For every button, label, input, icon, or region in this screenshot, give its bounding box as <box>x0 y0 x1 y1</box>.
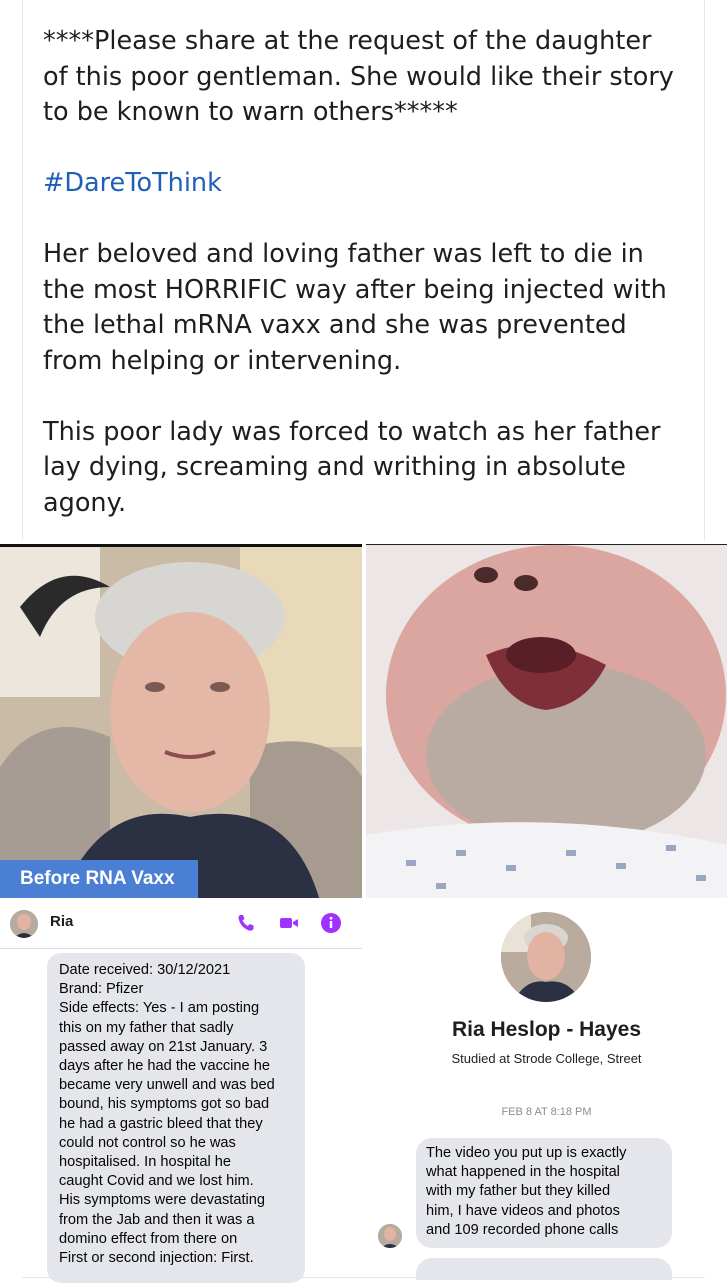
messenger-chat: Ria Date received: 30/12/2021 Brand: Pfi… <box>0 898 362 1283</box>
message-line: Date received: 30/12/2021 <box>59 962 231 978</box>
message-line: he had a gastric bleed that they <box>59 1115 263 1132</box>
photo-before[interactable] <box>0 544 362 898</box>
post-paragraph-2: Her beloved and loving father was left t… <box>43 239 667 376</box>
phone-icon[interactable] <box>235 912 257 934</box>
profile-avatar[interactable] <box>501 912 591 1002</box>
post-body: ****Please share at the request of the d… <box>43 24 683 557</box>
profile-name: Ria Heslop - Hayes <box>451 1018 642 1041</box>
sender-avatar[interactable] <box>378 1224 402 1248</box>
info-icon[interactable] <box>320 912 342 934</box>
contact-name[interactable]: Ria <box>50 913 73 930</box>
message-line: caught Covid and we lost him. <box>59 1173 254 1190</box>
message-line: this on my father that sadly <box>59 1019 234 1036</box>
message-line: bound, his symptoms got so bad <box>59 1096 270 1113</box>
profile-subtitle: Studied at Strode College, Street <box>451 1051 642 1066</box>
chat-header: Ria <box>0 898 362 949</box>
message-line: Brand: Pfizer <box>59 981 144 998</box>
message-bubble[interactable]: The video you put up is exactly what hap… <box>416 1138 672 1248</box>
messenger-profile: Ria Heslop - Hayes Studied at Strode Col… <box>366 898 727 1280</box>
before-caption: Before RNA Vaxx <box>0 860 198 898</box>
message-line: with my father but they killed <box>426 1183 611 1200</box>
avatar[interactable] <box>10 910 38 938</box>
message-line: Side effects: Yes - I am posting <box>59 1000 260 1017</box>
message-line: could not control so he was <box>59 1134 236 1151</box>
message-line: and 109 recorded phone calls <box>426 1221 619 1238</box>
message-line: First or second injection: First. <box>59 1250 254 1267</box>
message-line: His symptoms were devastating <box>59 1192 266 1209</box>
post-paragraph-1: ****Please share at the request of the d… <box>43 26 674 127</box>
message-line: The video you put up is exactly <box>426 1145 627 1161</box>
divider <box>22 1277 705 1278</box>
video-icon[interactable] <box>278 912 300 934</box>
message-bubble[interactable]: Date received: 30/12/2021 Brand: Pfizer … <box>47 953 305 1283</box>
message-line: hospitalised. In hospital he <box>59 1154 231 1171</box>
message-timestamp: FEB 8 AT 8:18 PM <box>501 1106 592 1118</box>
post-card: ****Please share at the request of the d… <box>22 0 705 540</box>
message-line: days after he had the vaccine he <box>59 1058 270 1075</box>
post-paragraph-3: This poor lady was forced to watch as he… <box>43 416 661 518</box>
message-line: from the Jab and then it was a <box>59 1211 255 1228</box>
message-line: became very unwell and was bed <box>59 1077 275 1094</box>
message-line: domino effect from there on <box>59 1230 238 1247</box>
message-line: him, I have videos and photos <box>426 1202 620 1219</box>
message-line: passed away on 21st January. 3 <box>59 1038 268 1055</box>
hashtag-link[interactable]: #DareToThink <box>43 166 683 202</box>
message-line: what happened in the hospital <box>426 1164 620 1181</box>
photo-hospital[interactable] <box>366 544 727 898</box>
